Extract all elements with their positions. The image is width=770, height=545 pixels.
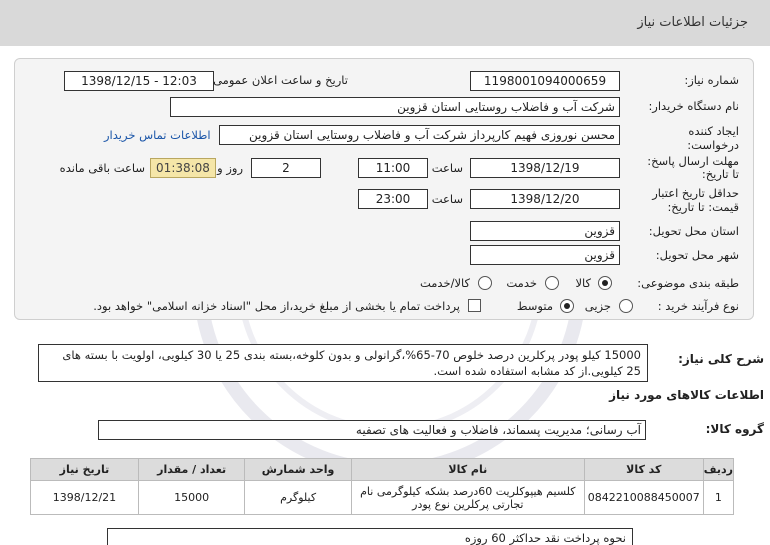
cell-quantity: 15000 xyxy=(137,480,246,515)
category-option-both: کالا/خدمت xyxy=(419,276,470,290)
title-bar: جزئیات اطلاعات نیاز xyxy=(0,0,770,46)
province-label: استان محل تحویل: xyxy=(648,224,739,238)
buyer-label: نام دستگاه خریدار: xyxy=(648,99,739,113)
col-header-row: ردیف xyxy=(702,458,735,481)
validity-label: حداقل تاریخ اعتبار xyxy=(652,186,739,200)
creator-field[interactable]: محسن نوروزی فهیم کارپرداز شرکت آب و فاضل… xyxy=(219,125,620,145)
purchase-type-label: نوع فرآیند خرید : xyxy=(657,299,739,313)
category-radio-both[interactable] xyxy=(478,276,492,290)
col-header-quantity: تعداد / مقدار xyxy=(137,458,246,481)
treasury-note: پرداخت تمام یا بخشی از مبلغ خرید،از محل … xyxy=(93,299,460,313)
cell-item-name: کلسیم هیپوکلریت 60درصد بشکه کیلوگرمی نام… xyxy=(350,480,585,515)
remaining-timer: 01:38:08 xyxy=(150,158,216,178)
goods-section-title: اطلاعات کالاهای مورد نیاز xyxy=(609,388,764,402)
announce-label: تاریخ و ساعت اعلان عمومی: xyxy=(209,73,348,87)
cell-need-date: 1398/12/21 xyxy=(30,480,139,515)
validity-time-label: ساعت xyxy=(431,192,463,206)
category-label: طبقه بندی موضوعی: xyxy=(637,276,739,290)
reply-time-label: ساعت xyxy=(431,161,463,175)
city-field[interactable]: قزوین xyxy=(470,245,620,265)
purchase-option-medium: متوسط xyxy=(516,299,553,313)
remaining-label: ساعت باقی مانده xyxy=(59,161,145,175)
goods-group-label: گروه کالا: xyxy=(705,422,764,436)
buyer-contact-link[interactable]: اطلاعات تماس خریدار xyxy=(104,128,211,142)
cell-item-code: 0842210088450007 xyxy=(583,480,704,515)
reply-date-field[interactable]: 1398/12/19 xyxy=(470,158,620,178)
purchase-radio-medium[interactable] xyxy=(560,299,574,313)
validity-time-field[interactable]: 23:00 xyxy=(358,189,428,209)
col-header-unit: واحد شمارش xyxy=(244,458,352,481)
page-title: جزئیات اطلاعات نیاز xyxy=(637,15,748,30)
purchase-option-minor: جزیی xyxy=(584,299,611,313)
description-box: 15000 کیلو پودر پرکلرین درصد خلوص 70-65%… xyxy=(38,344,648,382)
treasury-checkbox[interactable] xyxy=(468,299,481,312)
validity-date-field[interactable]: 1398/12/20 xyxy=(470,189,620,209)
city-label: شهر محل تحویل: xyxy=(655,248,739,262)
category-radio-service[interactable] xyxy=(545,276,559,290)
col-header-code: کد کالا xyxy=(583,458,704,481)
announce-datetime-field[interactable]: 1398/12/15 - 12:03 xyxy=(64,71,214,91)
category-option-service: خدمت xyxy=(506,276,537,290)
validity-label-2: قیمت: تا تاریخ: xyxy=(667,200,739,214)
buyer-field[interactable]: شرکت آب و فاضلاب روستایی استان قزوین xyxy=(170,97,620,117)
payment-terms-box: نحوه پرداخت نقد حداکثر 60 روزه xyxy=(107,528,633,545)
category-radio-goods[interactable] xyxy=(598,276,612,290)
reply-deadline-label-2: تا تاریخ: xyxy=(701,167,739,181)
col-header-name: نام کالا xyxy=(350,458,585,481)
cell-unit: کیلوگرم xyxy=(244,480,352,515)
goods-group-field[interactable]: آب رسانی؛ مدیریت پسماند، فاضلاب و فعالیت… xyxy=(98,420,646,440)
creator-label-2: درخواست: xyxy=(687,138,739,152)
table-row: 1 0842210088450007 کلسیم هیپوکلریت 60درص… xyxy=(30,480,735,515)
province-field[interactable]: قزوین xyxy=(470,221,620,241)
category-option-goods: کالا xyxy=(575,276,591,290)
goods-table-header: ردیف کد کالا نام کالا واحد شمارش تعداد /… xyxy=(30,458,735,481)
col-header-date: تاریخ نیاز xyxy=(30,458,139,481)
reply-deadline-label: مهلت ارسال پاسخ: xyxy=(647,154,739,168)
days-remaining-field[interactable]: 2 xyxy=(251,158,321,178)
need-number-label: شماره نیاز: xyxy=(684,73,739,87)
cell-row-number: 1 xyxy=(702,480,735,515)
need-number-field[interactable]: 1198001094000659 xyxy=(470,71,620,91)
purchase-radio-minor[interactable] xyxy=(619,299,633,313)
days-label: روز و xyxy=(217,161,243,175)
creator-label: ایجاد کننده xyxy=(688,124,739,138)
reply-time-field[interactable]: 11:00 xyxy=(358,158,428,178)
goods-table: ردیف کد کالا نام کالا واحد شمارش تعداد /… xyxy=(30,458,735,515)
description-label: شرح کلی نیاز: xyxy=(678,352,764,366)
